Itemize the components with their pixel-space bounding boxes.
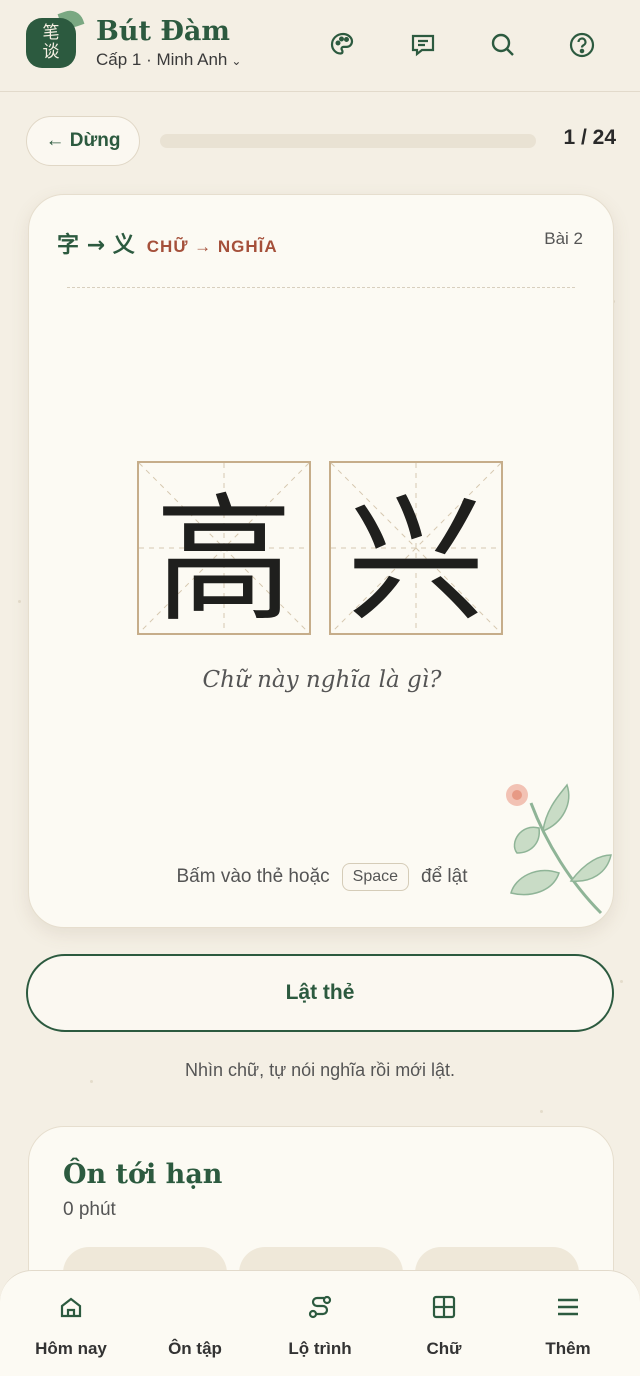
- session-progress-bar: [160, 134, 536, 148]
- character-glyph: 高: [154, 480, 293, 641]
- mode-hanzi: 字 → 义: [57, 233, 135, 258]
- profile-selector[interactable]: Cấp 1 · Minh Anh ⌄: [96, 50, 241, 70]
- study-tip: Nhìn chữ, tự nói nghĩa rồi mới lật.: [184, 1060, 456, 1080]
- nav-label: Chữ: [426, 1339, 462, 1358]
- due-review-duration: 0 phút: [63, 1199, 116, 1220]
- stop-session-button[interactable]: ← Dừng: [26, 116, 140, 166]
- nav-label: Ôn tập: [168, 1339, 222, 1358]
- hint-text: để lật: [421, 866, 468, 887]
- chat-icon[interactable]: [408, 30, 438, 60]
- progress-count: 1 / 24: [563, 126, 616, 149]
- nav-item-characters[interactable]: Chữ: [389, 1285, 499, 1365]
- app-logo[interactable]: 笔 谈: [26, 18, 76, 68]
- character-glyph: 兴: [346, 480, 485, 641]
- lesson-label: Bài 2: [544, 229, 583, 248]
- bottom-navigation: Hôm nay Ôn tập Lộ trình Chữ Thêm: [0, 1270, 640, 1376]
- mode-label: CHỮ → NGHĨA: [146, 237, 278, 256]
- chevron-down-icon: ⌄: [231, 54, 242, 68]
- card-question: Chữ này nghĩa là gì?: [202, 667, 442, 693]
- hint-text: Bấm vào thẻ hoặc: [176, 866, 330, 887]
- help-icon[interactable]: [567, 30, 597, 60]
- card-divider: [67, 287, 575, 288]
- character-grid-icon: [408, 1285, 480, 1329]
- character-box: 兴: [329, 461, 503, 641]
- profile-label: Cấp 1 · Minh Anh: [96, 50, 228, 69]
- character-box: 高: [137, 461, 311, 641]
- nav-label: Lộ trình: [288, 1339, 352, 1358]
- plant-sprig-icon: [506, 783, 612, 915]
- nav-item-roadmap[interactable]: Lộ trình: [265, 1285, 375, 1365]
- home-icon: [35, 1285, 107, 1329]
- nav-item-home[interactable]: Hôm nay: [16, 1285, 126, 1365]
- logo-char: 谈: [42, 42, 60, 62]
- due-review-title: Ôn tới hạn: [63, 1159, 223, 1190]
- space-key-badge: Space: [341, 863, 410, 891]
- logo-char: 笔: [42, 23, 60, 43]
- palette-icon[interactable]: [328, 30, 358, 60]
- search-icon[interactable]: [488, 30, 518, 60]
- nav-item-review[interactable]: Ôn tập: [140, 1285, 250, 1365]
- nav-label: Hôm nay: [35, 1339, 107, 1358]
- nav-label: Thêm: [545, 1339, 591, 1358]
- app-header: 笔 谈 Bút Đàm Cấp 1 · Minh Anh ⌄: [0, 0, 640, 92]
- app-title: Bút Đàm: [96, 16, 230, 47]
- menu-icon: [532, 1285, 604, 1329]
- cards-icon: [159, 1285, 231, 1329]
- card-mode: 字 → 义 CHỮ → NGHĨA: [57, 227, 278, 259]
- nav-item-more[interactable]: Thêm: [513, 1285, 623, 1365]
- flip-card-button[interactable]: Lật thẻ: [26, 954, 614, 1032]
- flashcard[interactable]: 字 → 义 CHỮ → NGHĨA Bài 2 高 兴 Chữ này nghĩ…: [28, 194, 614, 928]
- route-icon: [284, 1285, 356, 1329]
